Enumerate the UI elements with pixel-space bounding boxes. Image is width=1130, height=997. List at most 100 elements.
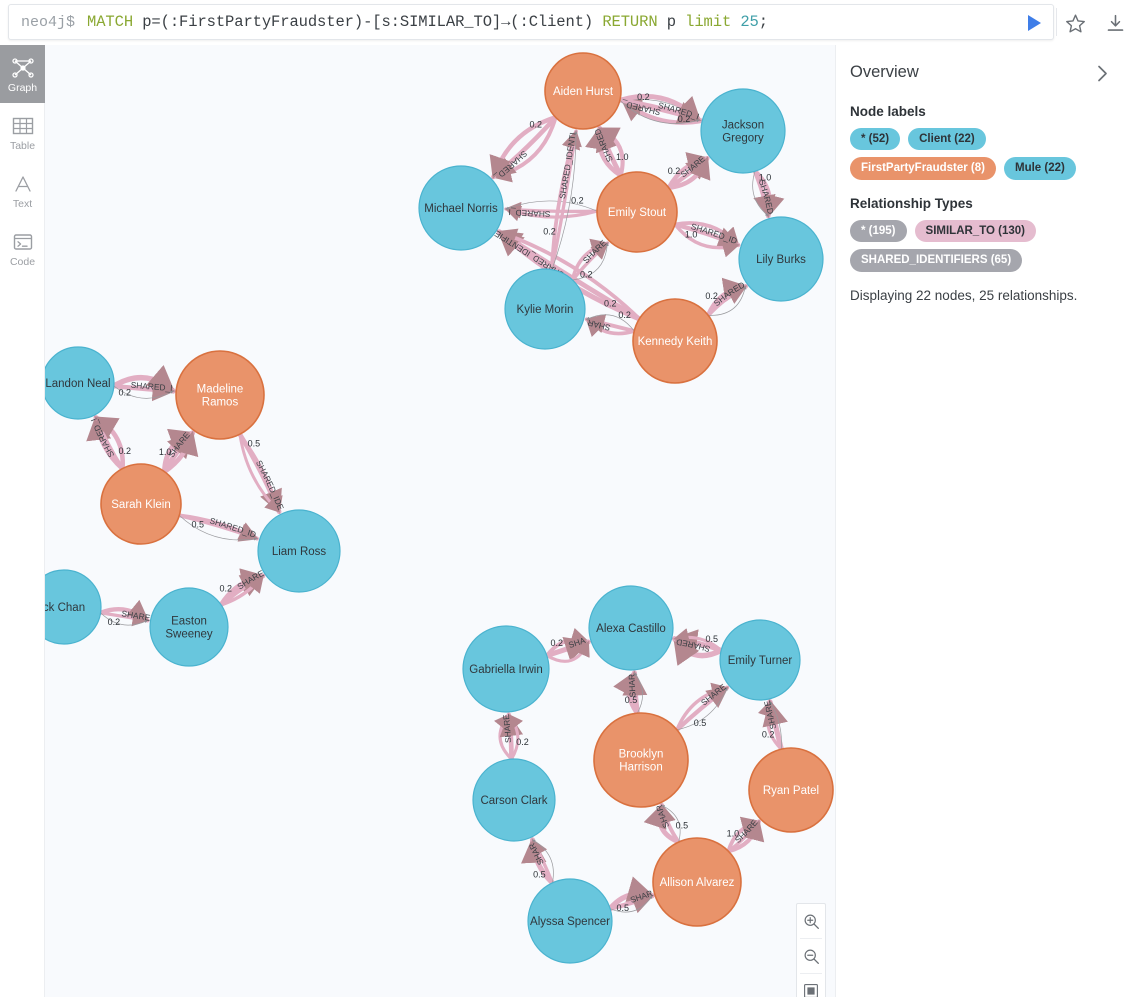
node-label: Landon Neal [45, 378, 110, 390]
node-label-pill-2[interactable]: FirstPartyFraudster (8) [850, 157, 996, 180]
graph-node[interactable]: Landon Neal [45, 346, 115, 420]
rail-item-table[interactable]: Table [0, 103, 45, 161]
relationship-type-pill-0[interactable]: * (195) [850, 219, 907, 243]
node-label: Liam Ross [272, 546, 327, 558]
relationship-weight-label: 0.2 [580, 270, 593, 280]
zoom-controls [796, 903, 826, 997]
relationship-weight-label: 0.5 [616, 903, 629, 913]
node-label-pill-3[interactable]: Mule (22) [1003, 157, 1076, 180]
relationship-weight-label: 0.2 [604, 299, 617, 309]
node-label: Alexa Castillo [596, 623, 666, 635]
graph-node[interactable]: Alexa Castillo [588, 585, 674, 671]
graph-node[interactable]: Aiden Hurst [544, 52, 622, 130]
relationship-weight-label: 1.0 [616, 152, 629, 162]
displaying-status: Displaying 22 nodes, 25 relationships. [850, 287, 1078, 303]
fit-to-screen-button[interactable] [797, 974, 825, 997]
relationship-weight-label: 0.5 [533, 870, 546, 880]
favorite-star-icon[interactable] [1065, 13, 1086, 34]
graph-node[interactable]: JacksonGregory [700, 88, 786, 174]
graph-node[interactable]: Emily Stout [596, 171, 678, 253]
graph-canvas[interactable]: SHARED_IDENTIFIERS0.2SHARED_IDENTIFIERS0… [45, 45, 835, 997]
graph-node[interactable]: EastonSweeney [149, 587, 229, 667]
node-label-pill-1[interactable]: Client (22) [908, 128, 986, 151]
graph-node[interactable]: Allison Alvarez [652, 837, 742, 927]
relationship-weight-label: 0.2 [543, 227, 556, 237]
relationship-weight-label: 0.2 [668, 166, 681, 176]
relationship-type-pill-row: * (195) SIMILAR_TO (130) SHARED_IDENTIFIER… [850, 219, 1108, 272]
view-mode-rail: Graph Table Text Code [0, 45, 45, 997]
rail-item-text[interactable]: Text [0, 161, 45, 219]
code-icon [12, 229, 34, 255]
download-icon[interactable] [1105, 13, 1126, 34]
relationship-weight-label: 0.5 [625, 695, 638, 705]
node-label: Madeline [197, 384, 244, 396]
relationship-weight-label: 0.2 [119, 446, 132, 456]
relationship-type-pill-2[interactable]: SHARED_IDENTIFIERS (65) [850, 249, 1023, 272]
rail-item-code[interactable]: Code [0, 219, 45, 277]
relationship-weight-label: 1.0 [159, 447, 172, 457]
graph-node[interactable]: Lily Burks [738, 216, 824, 302]
relationship-weight-label: 0.2 [108, 617, 121, 627]
zoom-out-button[interactable] [797, 939, 825, 973]
query-prompt: neo4j$ [21, 13, 76, 31]
relationship-type-pill-1[interactable]: SIMILAR_TO (130) [914, 219, 1037, 243]
run-query-button[interactable] [1022, 12, 1044, 34]
sidebar-header: Overview [850, 63, 1108, 86]
graph-node[interactable]: Gabriella Irwin [462, 625, 550, 713]
relationship-weight-label: 0.2 [618, 310, 631, 320]
node-label: Kennedy Keith [638, 336, 713, 348]
graph-node[interactable]: Carson Clark [472, 758, 556, 842]
relationship-type-label: SHARED_IDENTIFIERS [45, 45, 529, 183]
relationship-weight-label: 0.2 [516, 737, 529, 747]
node-label: Gabriella Irwin [469, 664, 543, 676]
graph-node[interactable]: Alyssa Spencer [527, 878, 613, 964]
relationship-weight-label: 0.2 [762, 730, 775, 740]
graph-node[interactable]: Liam Ross [257, 509, 341, 593]
node-label: Ramos [202, 397, 239, 409]
node-label: Sarah Klein [111, 499, 170, 511]
chevron-right-icon[interactable] [1097, 63, 1108, 86]
rail-label-graph: Graph [7, 81, 38, 94]
overview-sidebar: Overview Node labels * (52) Client (22) Fi… [835, 45, 1130, 997]
graph-node[interactable]: Kennedy Keith [632, 298, 718, 384]
node-label: Michael Norris [424, 203, 498, 215]
relationship-type-label: SHARED_IDENTIFIERS [45, 45, 566, 280]
node-label-pill-0[interactable]: * (52) [850, 128, 901, 151]
table-icon [12, 113, 34, 139]
graph-icon [11, 55, 35, 81]
node-label-pill-row: * (52) Client (22) FirstPartyFraudster (8)… [850, 128, 1108, 180]
node-label: Carson Clark [480, 795, 547, 807]
node-label: Brooklyn [619, 749, 664, 761]
toolbar-divider [1056, 8, 1057, 36]
node-label: Harrison [619, 762, 662, 774]
graph-node[interactable]: BrooklynHarrison [593, 712, 689, 808]
rail-label-code: Code [9, 255, 36, 268]
zoom-in-button[interactable] [797, 904, 825, 938]
graph-node[interactable]: Kylie Morin [504, 268, 586, 350]
node-label: Gregory [722, 133, 764, 145]
graph-node[interactable]: ck Chan [45, 569, 102, 645]
graph-node[interactable]: Michael Norris [418, 165, 504, 251]
page-title: Overview [850, 63, 919, 81]
node-label: Emily Turner [728, 655, 793, 667]
node-labels-heading: Node labels [850, 104, 926, 119]
relationship-weight-label: 0.5 [676, 821, 689, 831]
query-text: MATCH p=(:FirstPartyFraudster)-[s:SIMILA… [87, 13, 768, 31]
relationship-weight-label: 1.0 [759, 172, 772, 182]
relationship-weight-label: 0.2 [705, 291, 718, 301]
graph-node[interactable]: Sarah Klein [100, 463, 182, 545]
graph-node[interactable]: Emily Turner [719, 619, 801, 701]
graph-visualization[interactable]: SHARED_IDENTIFIERS0.2SHARED_IDENTIFIERS0… [45, 45, 835, 997]
relationship-weight-label: 0.2 [530, 120, 543, 130]
node-layer[interactable]: Aiden Hurst JacksonGregory Michael Norris E… [45, 52, 834, 964]
node-label: Alyssa Spencer [530, 916, 610, 928]
relationship-weight-label: 0.2 [637, 92, 650, 102]
graph-node[interactable]: MadelineRamos [175, 350, 265, 440]
node-label: Kylie Morin [517, 304, 574, 316]
query-input[interactable]: neo4j$ MATCH p=(:FirstPartyFraudster)-[s… [8, 4, 1054, 40]
query-editor-bar: neo4j$ MATCH p=(:FirstPartyFraudster)-[s… [0, 0, 1130, 45]
rail-item-graph[interactable]: Graph [0, 45, 45, 103]
relationship-types-heading: Relationship Types [850, 195, 973, 211]
graph-node[interactable]: Ryan Patel [748, 747, 834, 833]
relationship-weight-label: 1.0 [727, 828, 740, 838]
